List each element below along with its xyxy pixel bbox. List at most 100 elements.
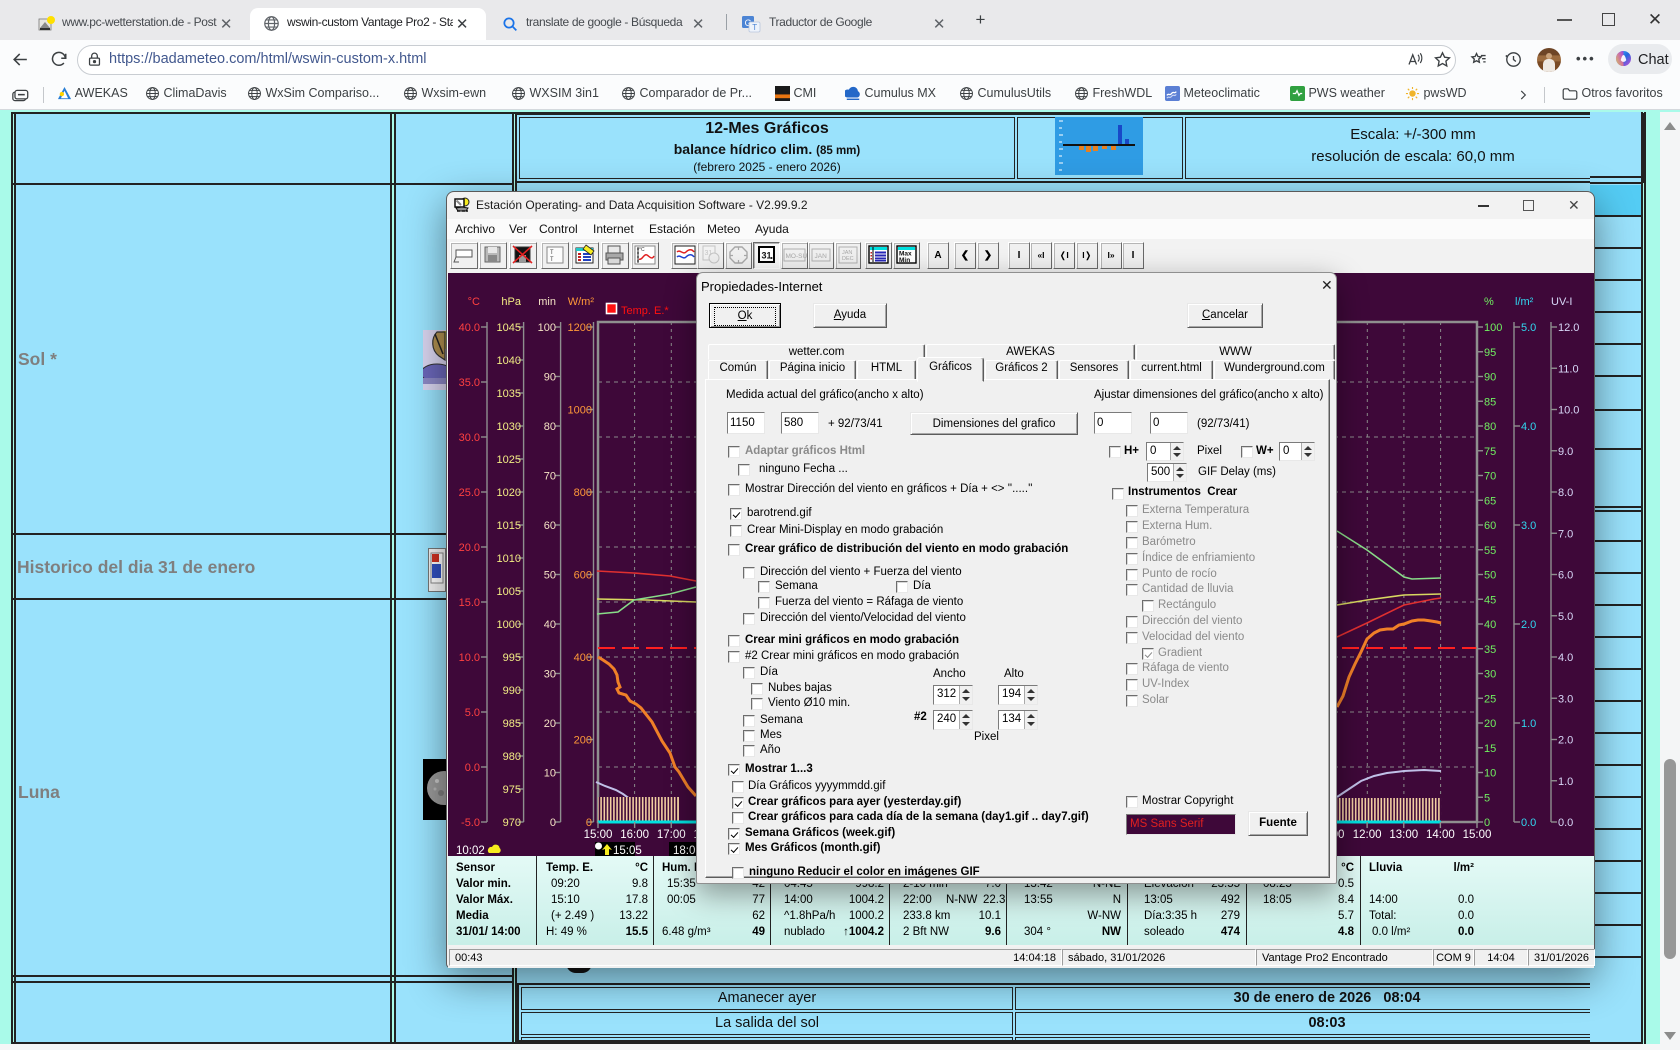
svg-text:90: 90	[544, 372, 556, 384]
svg-text:T: T	[752, 23, 757, 32]
svg-text:Min: Min	[899, 257, 910, 264]
svg-text:l/m²: l/m²	[1515, 296, 1534, 308]
svg-text:20: 20	[1484, 718, 1496, 730]
svg-text:5.0: 5.0	[1558, 611, 1573, 623]
svg-text:11.0: 11.0	[1558, 363, 1579, 375]
svg-text:980: 980	[503, 751, 521, 763]
svg-text:10.0: 10.0	[1558, 405, 1579, 417]
svg-text:80: 80	[1484, 421, 1496, 433]
svg-text:12:00: 12:00	[1353, 829, 1382, 841]
svg-text:15: 15	[1484, 743, 1496, 755]
svg-text:45: 45	[1484, 594, 1496, 606]
svg-text:°C: °C	[468, 296, 480, 308]
svg-text:5: 5	[1484, 792, 1490, 804]
svg-text:25: 25	[1484, 693, 1496, 705]
svg-text:1.0: 1.0	[1521, 718, 1536, 730]
svg-text:16:00: 16:00	[620, 829, 649, 841]
svg-text:15:05: 15:05	[613, 845, 642, 856]
svg-text:0: 0	[550, 817, 556, 829]
svg-text:UV-I: UV-I	[1551, 296, 1572, 308]
svg-text:1030: 1030	[497, 421, 521, 433]
svg-text:18:0: 18:0	[673, 845, 695, 856]
svg-text:75: 75	[1484, 446, 1496, 458]
svg-text:80: 80	[544, 421, 556, 433]
svg-text:0.0: 0.0	[1558, 817, 1573, 829]
svg-text:40: 40	[544, 619, 556, 631]
svg-text:90: 90	[1484, 372, 1496, 384]
svg-text:4.0: 4.0	[1558, 652, 1573, 664]
svg-text:15.0: 15.0	[459, 597, 480, 609]
svg-text:1045: 1045	[497, 322, 521, 334]
svg-text:70: 70	[1484, 471, 1496, 483]
svg-text:1200: 1200	[568, 322, 592, 334]
svg-text:8.0: 8.0	[1558, 487, 1573, 499]
svg-text:55: 55	[1484, 545, 1496, 557]
svg-text:1000: 1000	[497, 619, 521, 631]
svg-text:20.0: 20.0	[459, 542, 480, 554]
svg-text:1010: 1010	[497, 553, 521, 565]
svg-text:100: 100	[538, 322, 556, 334]
svg-text:min: min	[538, 296, 556, 308]
svg-text:3.0: 3.0	[1521, 520, 1536, 532]
svg-text:40: 40	[1484, 619, 1496, 631]
svg-text:990: 990	[503, 685, 521, 697]
svg-text:30.0: 30.0	[459, 432, 480, 444]
svg-text:1.0: 1.0	[1558, 776, 1573, 788]
svg-text:12.0: 12.0	[1558, 322, 1579, 334]
svg-text:1005: 1005	[497, 586, 521, 598]
svg-text:-5.0: -5.0	[461, 817, 480, 829]
svg-text:70: 70	[544, 471, 556, 483]
svg-text:1025: 1025	[497, 454, 521, 466]
svg-text:Temp. E.*: Temp. E.*	[621, 305, 669, 317]
svg-text:31: 31	[762, 251, 772, 261]
svg-text:0: 0	[586, 817, 592, 829]
svg-text:60: 60	[544, 520, 556, 532]
svg-text:T: T	[550, 256, 554, 263]
svg-text:10: 10	[544, 768, 556, 780]
svg-text:%: %	[1484, 296, 1494, 308]
svg-text:30: 30	[1484, 669, 1496, 681]
svg-text:1020: 1020	[497, 487, 521, 499]
svg-text:100: 100	[1484, 322, 1502, 334]
svg-text:13:00: 13:00	[1389, 829, 1418, 841]
svg-text:975: 975	[503, 784, 521, 796]
svg-text:65: 65	[1484, 495, 1496, 507]
svg-text:1015: 1015	[497, 520, 521, 532]
svg-text:17:00: 17:00	[657, 829, 686, 841]
svg-text:7.0: 7.0	[1558, 528, 1573, 540]
svg-text:35: 35	[1484, 644, 1496, 656]
svg-text:200: 200	[574, 735, 592, 747]
svg-text:3.0: 3.0	[1558, 693, 1573, 705]
svg-text:40.0: 40.0	[459, 322, 480, 334]
svg-text:50: 50	[544, 570, 556, 582]
svg-text:35.0: 35.0	[459, 377, 480, 389]
svg-text:400: 400	[574, 652, 592, 664]
svg-text:50: 50	[1484, 570, 1496, 582]
svg-text:T: T	[550, 249, 554, 256]
svg-text:MO-SU: MO-SU	[786, 253, 808, 260]
svg-text:hPa: hPa	[501, 296, 521, 308]
svg-text:85: 85	[1484, 396, 1496, 408]
svg-text:14:00: 14:00	[1426, 829, 1455, 841]
svg-text:4.0: 4.0	[1521, 421, 1536, 433]
svg-text:1035: 1035	[497, 388, 521, 400]
svg-text:10.0: 10.0	[459, 652, 480, 664]
svg-text:1040: 1040	[497, 355, 521, 367]
svg-text:5.0: 5.0	[465, 707, 480, 719]
svg-text:JAN: JAN	[815, 253, 828, 260]
svg-text:15:00: 15:00	[584, 829, 613, 841]
svg-text:2.0: 2.0	[1521, 619, 1536, 631]
svg-text:0.0: 0.0	[465, 762, 480, 774]
svg-text:1000: 1000	[568, 405, 592, 417]
svg-text:5.0: 5.0	[1521, 322, 1536, 334]
svg-text:600: 600	[574, 570, 592, 582]
svg-text:6.0: 6.0	[1558, 570, 1573, 582]
svg-text:0.0: 0.0	[1521, 817, 1536, 829]
svg-text:800: 800	[574, 487, 592, 499]
svg-text:10: 10	[1484, 768, 1496, 780]
svg-text:9.0: 9.0	[1558, 446, 1573, 458]
svg-text:60: 60	[1484, 520, 1496, 532]
svg-text:2.0: 2.0	[1558, 735, 1573, 747]
svg-text:95: 95	[1484, 347, 1496, 359]
svg-text:25.0: 25.0	[459, 487, 480, 499]
